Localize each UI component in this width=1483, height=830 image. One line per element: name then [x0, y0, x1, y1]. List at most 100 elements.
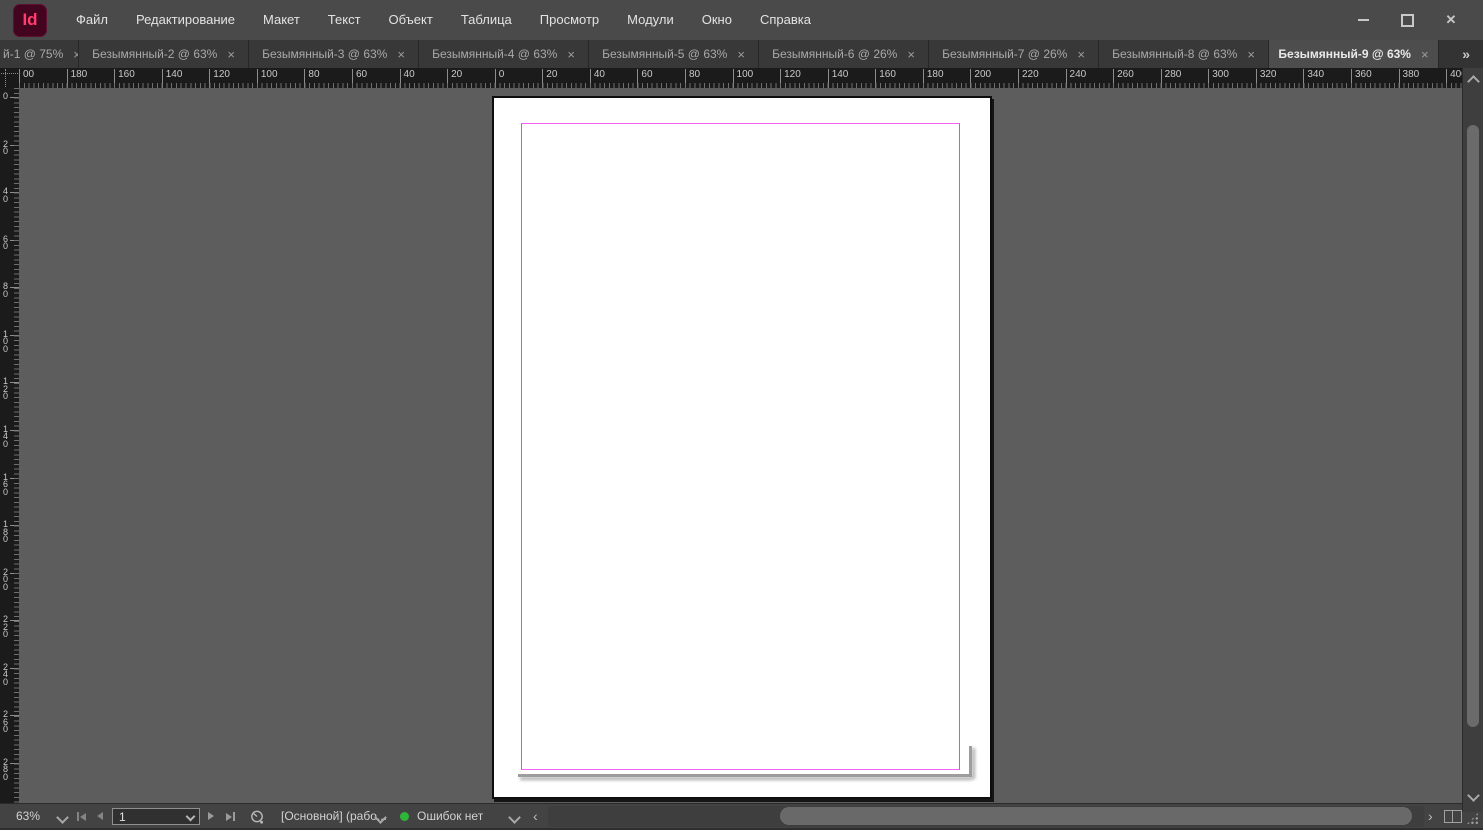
ruler-label: 2 0 0	[3, 569, 8, 592]
preflight-profile-select[interactable]: [Основной] (рабо...	[281, 804, 387, 828]
scroll-left-button[interactable]: ‹	[533, 804, 538, 828]
tab-close-icon[interactable]: ×	[397, 47, 405, 62]
menu-item[interactable]: Объект	[375, 0, 447, 40]
previous-page-button[interactable]	[97, 812, 103, 820]
ruler-tick	[10, 192, 19, 193]
ruler-origin-icon[interactable]	[0, 68, 19, 88]
zoom-level-select[interactable]: 63%	[16, 804, 40, 828]
tab-close-icon[interactable]: ×	[907, 47, 915, 62]
indesign-logo-icon: Id	[13, 4, 47, 37]
first-page-button[interactable]	[77, 812, 86, 821]
window-controls: ✕	[1341, 5, 1473, 35]
ruler-label: 140	[828, 69, 849, 88]
tab-close-icon[interactable]: ×	[567, 47, 575, 62]
tab-label: Безымянный-5 @ 63%	[602, 47, 727, 61]
close-button[interactable]: ✕	[1429, 5, 1473, 35]
tab-close-icon[interactable]: ×	[1247, 47, 1255, 62]
maximize-icon	[1401, 14, 1414, 27]
tab-close-icon[interactable]: ×	[227, 47, 235, 62]
scroll-up-button[interactable]	[1469, 73, 1478, 91]
minimize-button[interactable]	[1341, 5, 1385, 35]
ruler-label: 180	[923, 69, 944, 88]
status-chevron-down-icon[interactable]	[508, 811, 521, 824]
document-tab-bar: й-1 @ 75%×Безымянный-2 @ 63%×Безымянный-…	[0, 40, 1483, 68]
document-tab[interactable]: Безымянный-6 @ 26%×	[759, 40, 929, 68]
ruler-label: 280	[1161, 69, 1182, 88]
ruler-label: 60	[637, 69, 652, 88]
ruler-tick	[10, 97, 19, 98]
menu-item[interactable]: Таблица	[447, 0, 526, 40]
window-resize-grip-icon[interactable]	[1466, 812, 1479, 825]
ruler-label: 120	[209, 69, 230, 88]
ruler-label: 60	[352, 69, 367, 88]
margin-guides	[521, 123, 960, 770]
ruler-label: 2 0	[3, 141, 8, 156]
ruler-label: 260	[1113, 69, 1134, 88]
tab-close-icon[interactable]: ×	[737, 47, 745, 62]
page-number-input[interactable]	[113, 810, 187, 824]
maximize-button[interactable]	[1385, 5, 1429, 35]
tab-close-icon[interactable]: ×	[1421, 47, 1429, 62]
ruler-label: 20	[542, 69, 557, 88]
preflight-menu-button[interactable]	[249, 809, 265, 825]
menu-item[interactable]: Справка	[746, 0, 825, 40]
menu-item[interactable]: Просмотр	[526, 0, 613, 40]
document-tab[interactable]: Безымянный-5 @ 63% ×	[589, 40, 759, 68]
preflight-status-text: Ошибок нет	[417, 804, 483, 828]
horizontal-scrollbar-thumb[interactable]	[780, 807, 1412, 825]
ruler-label: 360	[1351, 69, 1372, 88]
menu-item[interactable]: Макет	[249, 0, 314, 40]
menu-item[interactable]: Модули	[613, 0, 688, 40]
title-bar: Id ФайлРедактированиеМакетТекстОбъектТаб…	[0, 0, 1483, 40]
menu-item[interactable]: Файл	[62, 0, 122, 40]
menu-item[interactable]: Текст	[314, 0, 375, 40]
next-page-button[interactable]	[208, 812, 214, 820]
vertical-ruler[interactable]: 02 04 06 08 01 0 01 2 01 4 01 6 01 8 02 …	[0, 88, 19, 803]
menu-item[interactable]: Окно	[688, 0, 746, 40]
ruler-label: 220	[1018, 69, 1039, 88]
ruler-label: 2 6 0	[3, 711, 8, 734]
document-tab[interactable]: Безымянный-3 @ 63%×	[249, 40, 419, 68]
document-tab[interactable]: Безымянный-7 @ 26%×	[929, 40, 1099, 68]
ruler-label: 1 6 0	[3, 474, 8, 497]
tab-label: Безымянный-2 @ 63%	[92, 47, 217, 61]
scroll-down-button[interactable]	[1469, 787, 1478, 805]
ruler-label: 100	[257, 69, 278, 88]
ruler-label: 160	[114, 69, 135, 88]
tab-label: Безымянный-8 @ 63%	[1112, 47, 1237, 61]
document-tab[interactable]: й-1 @ 75%×	[0, 40, 79, 68]
ruler-tick	[10, 763, 19, 764]
tab-close-icon[interactable]: ×	[1077, 47, 1085, 62]
ruler-label: 2 8 0	[3, 759, 8, 782]
document-tab[interactable]: Безымянный-9 @ 63%×	[1269, 40, 1439, 68]
ruler-label: 2 2 0	[3, 616, 8, 639]
pasteboard[interactable]	[19, 88, 1462, 803]
document-tab[interactable]: Безымянный-4 @ 63%×	[419, 40, 589, 68]
ruler-label: 4 0	[3, 188, 8, 203]
ruler-tick	[10, 478, 19, 479]
page-edge-shadow-right	[969, 746, 972, 777]
tab-overflow-button[interactable]: »	[1462, 40, 1470, 68]
horizontal-ruler[interactable]: 0018016014012010080604020020406080100120…	[19, 68, 1462, 88]
ruler-label: 120	[780, 69, 801, 88]
document-tab[interactable]: Безымянный-8 @ 63% ×	[1099, 40, 1269, 68]
ruler-label: 1 4 0	[3, 426, 8, 449]
vertical-scrollbar[interactable]	[1462, 68, 1483, 812]
preflight-gauge-icon	[249, 809, 265, 825]
zoom-chevron-down-icon[interactable]	[56, 811, 69, 824]
ruler-tick	[10, 573, 19, 574]
document-tab[interactable]: Безымянный-2 @ 63% ×	[79, 40, 249, 68]
logo-text: Id	[22, 10, 37, 30]
scroll-right-button[interactable]: ›	[1428, 804, 1433, 828]
page-dropdown-chevron-icon[interactable]	[186, 812, 196, 822]
spread-view-icon[interactable]	[1444, 810, 1462, 823]
ruler-label: 80	[685, 69, 700, 88]
triangle-left-icon	[97, 812, 103, 820]
menu-item[interactable]: Редактирование	[122, 0, 249, 40]
menu-bar: ФайлРедактированиеМакетТекстОбъектТаблиц…	[62, 0, 825, 40]
last-page-button[interactable]	[226, 812, 235, 821]
ruler-label: 1 0 0	[3, 331, 8, 354]
vertical-scrollbar-thumb[interactable]	[1467, 125, 1479, 727]
document-page[interactable]	[492, 96, 992, 799]
page-number-field[interactable]	[112, 808, 200, 825]
